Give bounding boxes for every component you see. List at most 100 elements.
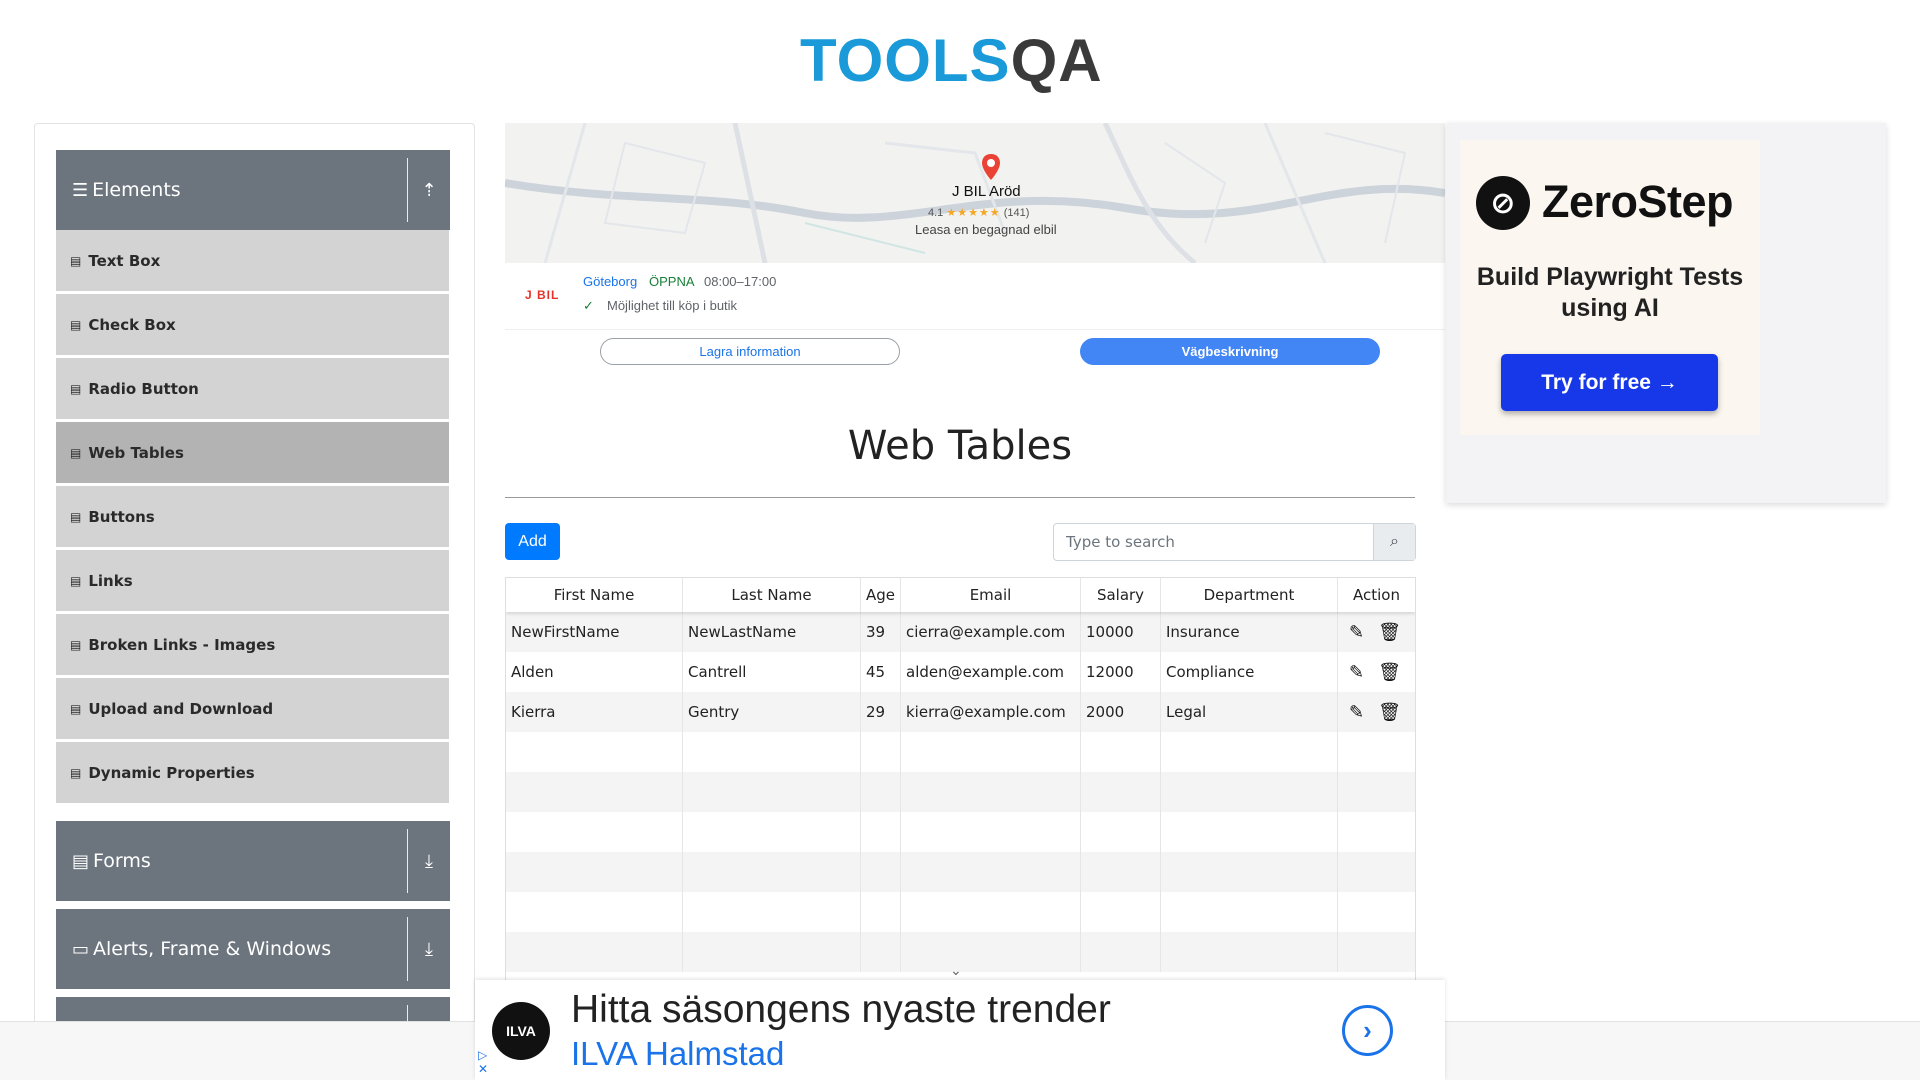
empty-cell [901,892,1081,932]
list-icon: ▤ [70,381,82,396]
column-header[interactable]: Last Name [683,578,861,612]
group-elements[interactable]: ☰ Elements ⇡ [56,150,450,230]
list-icon: ▤ [70,509,82,524]
empty-cell [1338,892,1415,932]
list-icon: ▤ [70,573,82,588]
empty-cell [506,772,683,812]
map-subtitle: Leasa en begagnad elbil [915,222,1057,237]
cell-department: Legal [1161,692,1338,732]
sidebar-item-upload-download[interactable]: ▤ Upload and Download [56,678,449,739]
group-forms[interactable]: ▤ Forms ⤓ [56,821,450,901]
zerostep-logo-icon: ⊘ [1476,176,1530,230]
web-table: First Name Last Name Age Email Salary De… [505,577,1416,983]
empty-cell [1338,772,1415,812]
list-icon: ▤ [70,445,82,460]
empty-cell [1161,732,1338,772]
cell-last-name: Cantrell [683,652,861,692]
search-box: ⌕ [1053,523,1416,561]
empty-cell [901,772,1081,812]
empty-cell [1081,892,1161,932]
sidebar-item-check-box[interactable]: ▤ Check Box [56,294,449,355]
edit-icon[interactable]: ✎ [1349,622,1364,643]
cell-salary: 12000 [1081,652,1161,692]
empty-cell [1081,812,1161,852]
delete-icon[interactable]: 🗑 [1378,662,1401,683]
chevron-right-icon[interactable]: › [1342,1005,1393,1056]
cell-action: ✎ 🗑 [1338,692,1415,732]
ilva-headline[interactable]: Hitta säsongens nyaste trender [571,988,1111,1032]
empty-cell [683,772,861,812]
empty-cell [861,892,901,932]
check-icon: ✓ [583,298,594,313]
empty-cell [506,892,683,932]
collapse-up-icon[interactable]: ⇡ [408,150,450,230]
table-header: First Name Last Name Age Email Salary De… [506,578,1415,612]
window-icon: ▭ [72,938,90,960]
expand-down-icon[interactable]: ⤓ [408,909,450,989]
group-alerts-frame-windows[interactable]: ▭ Alerts, Frame & Windows ⤓ [56,909,450,989]
ad-choices-icon[interactable]: ▷ ✕ [478,1048,488,1076]
directions-button[interactable]: Vägbeskrivning [1080,338,1380,365]
column-header[interactable]: First Name [506,578,683,612]
empty-table-row [506,732,1415,772]
empty-cell [861,932,901,972]
map-rating: 4.1 ★★★★★ (141) [928,207,1030,219]
column-header[interactable]: Age [861,578,901,612]
column-header[interactable]: Department [1161,578,1338,612]
cell-action: ✎ 🗑 [1338,652,1415,692]
empty-cell [861,812,901,852]
empty-cell [1081,932,1161,972]
ilva-logo: ILVA [492,1002,550,1060]
table-row: Alden Cantrell 45 alden@example.com 1200… [506,652,1415,692]
biz-hours: 08:00–17:00 [704,274,777,289]
form-icon: ▤ [72,850,90,872]
cell-last-name: NewLastName [683,612,861,652]
chevron-down-icon[interactable]: ⌄ [950,962,962,979]
expand-down-icon[interactable]: ⤓ [408,821,450,901]
empty-cell [901,932,1081,972]
save-info-button[interactable]: Lagra information [600,338,900,365]
toolsqa-logo[interactable]: TOOLSQA [800,14,1122,94]
biz-city[interactable]: Göteborg [583,274,637,289]
column-header[interactable]: Email [901,578,1081,612]
search-icon[interactable]: ⌕ [1373,524,1415,560]
biz-feature: Möjlighet till köp i butik [607,298,738,313]
map-pin-icon[interactable] [981,153,1001,181]
zerostep-tagline: Build Playwright Tests using AI [1476,263,1744,322]
empty-cell [683,892,861,932]
menu-icon: ☰ [72,179,89,201]
empty-cell [901,732,1081,772]
empty-cell [683,732,861,772]
zerostep-brand: ZeroStep [1542,176,1734,227]
empty-cell [1161,772,1338,812]
sidebar-item-links[interactable]: ▤ Links [56,550,449,611]
cell-department: Compliance [1161,652,1338,692]
ilva-store-name[interactable]: ILVA Halmstad [571,1035,784,1073]
edit-icon[interactable]: ✎ [1349,702,1364,723]
edit-icon[interactable]: ✎ [1349,662,1364,683]
sidebar-item-web-tables[interactable]: ▤ Web Tables [56,422,449,483]
list-icon: ▤ [70,765,82,780]
column-header[interactable]: Salary [1081,578,1161,612]
delete-icon[interactable]: 🗑 [1378,702,1401,723]
empty-cell [901,852,1081,892]
page-title: Web Tables [847,423,1073,469]
add-button[interactable]: Add [505,523,560,560]
sidebar-item-broken-links[interactable]: ▤ Broken Links - Images [56,614,449,675]
cell-email: alden@example.com [901,652,1081,692]
sidebar-item-radio-button[interactable]: ▤ Radio Button [56,358,449,419]
try-for-free-button[interactable]: Try for free → [1501,354,1718,411]
delete-icon[interactable]: 🗑 [1378,622,1401,643]
biz-open-status: ÖPPNA [649,274,695,289]
sidebar-item-text-box[interactable]: ▤ Text Box [56,230,449,291]
empty-cell [1338,812,1415,852]
empty-cell [506,732,683,772]
empty-cell [1161,812,1338,852]
empty-cell [506,852,683,892]
search-input[interactable] [1054,524,1374,560]
empty-cell [683,852,861,892]
empty-table-row [506,892,1415,932]
cell-action: ✎ 🗑 [1338,612,1415,652]
sidebar-item-dynamic-properties[interactable]: ▤ Dynamic Properties [56,742,449,803]
sidebar-item-buttons[interactable]: ▤ Buttons [56,486,449,547]
